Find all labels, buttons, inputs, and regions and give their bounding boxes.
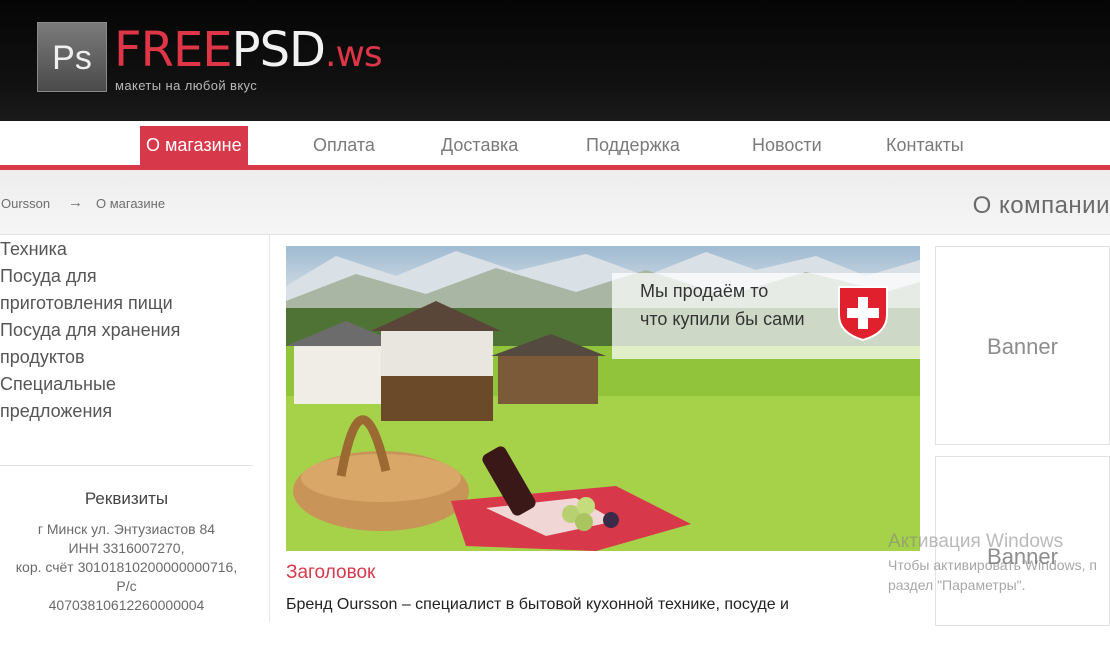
nav-item-about[interactable]: О магазине	[140, 126, 248, 165]
category-link-cookware-2[interactable]: приготовления пищи	[0, 290, 260, 317]
category-link-storage-1[interactable]: Посуда для хранения	[0, 317, 260, 344]
photoshop-logo-icon[interactable]: Ps	[37, 22, 107, 92]
sidebar-divider	[269, 235, 270, 622]
swiss-flag-icon	[837, 285, 889, 342]
content-paragraph: Бренд Oursson – специалист в бытовой кух…	[286, 596, 789, 613]
windows-activation-line2: раздел "Параметры".	[888, 577, 1026, 593]
logo-text-free: FREE	[114, 22, 233, 78]
nav-item-delivery[interactable]: Доставка	[441, 126, 518, 165]
content-heading: Заголовок	[286, 562, 376, 583]
requisites-account-label: Р/с	[116, 578, 137, 594]
requisites-inn: ИНН 3316007270,	[68, 540, 185, 556]
category-link-tech[interactable]: Техника	[0, 236, 260, 263]
nav-item-contacts[interactable]: Контакты	[886, 126, 964, 165]
hero-slogan-line2: что купили бы сами	[640, 309, 805, 329]
category-link-storage-2[interactable]: продуктов	[0, 344, 260, 371]
category-link-special-2[interactable]: предложения	[0, 398, 260, 425]
sidebar-separator	[0, 465, 253, 466]
breadcrumb-home-link[interactable]: Oursson	[1, 196, 50, 211]
nav-item-support[interactable]: Поддержка	[586, 126, 680, 165]
site-header: Ps FREEPSD.ws макеты на любой вкус	[0, 0, 1110, 121]
requisites-address: г Минск ул. Энтузиастов 84	[37, 521, 216, 537]
site-tagline: макеты на любой вкус	[115, 78, 258, 93]
side-banner-1[interactable]: Banner	[935, 246, 1110, 445]
logo-text-psd: PSD	[231, 22, 326, 78]
windows-activation-title: Активация Windows	[888, 531, 1064, 552]
breadcrumb-separator: →	[68, 194, 83, 211]
nav-item-payment[interactable]: Оплата	[313, 126, 375, 165]
logo-text-tld: .ws	[325, 34, 383, 75]
breadcrumb-current: О магазине	[96, 196, 166, 211]
category-link-special-1[interactable]: Специальные	[0, 371, 260, 398]
windows-activation-line1: Чтобы активировать Windows, п	[888, 557, 1097, 573]
page-title: О компании	[972, 192, 1110, 219]
requisites-account-number: 40703810612260000004	[48, 597, 205, 613]
nav-item-news[interactable]: Новости	[752, 126, 822, 165]
site-logo[interactable]: FREEPSD.ws	[114, 20, 383, 80]
requisites-block: г Минск ул. Энтузиастов 84 ИНН 331600727…	[0, 520, 253, 615]
requisites-title: Реквизиты	[84, 489, 169, 508]
hero-slogan-line1: Мы продаём то	[640, 281, 769, 301]
breadcrumb-bar	[0, 170, 1110, 235]
category-link-cookware-1[interactable]: Посуда для	[0, 263, 260, 290]
requisites-corr-account: кор. счёт 30101810200000000716,	[15, 559, 238, 575]
category-list: Техника Посуда для приготовления пищи По…	[0, 236, 260, 425]
